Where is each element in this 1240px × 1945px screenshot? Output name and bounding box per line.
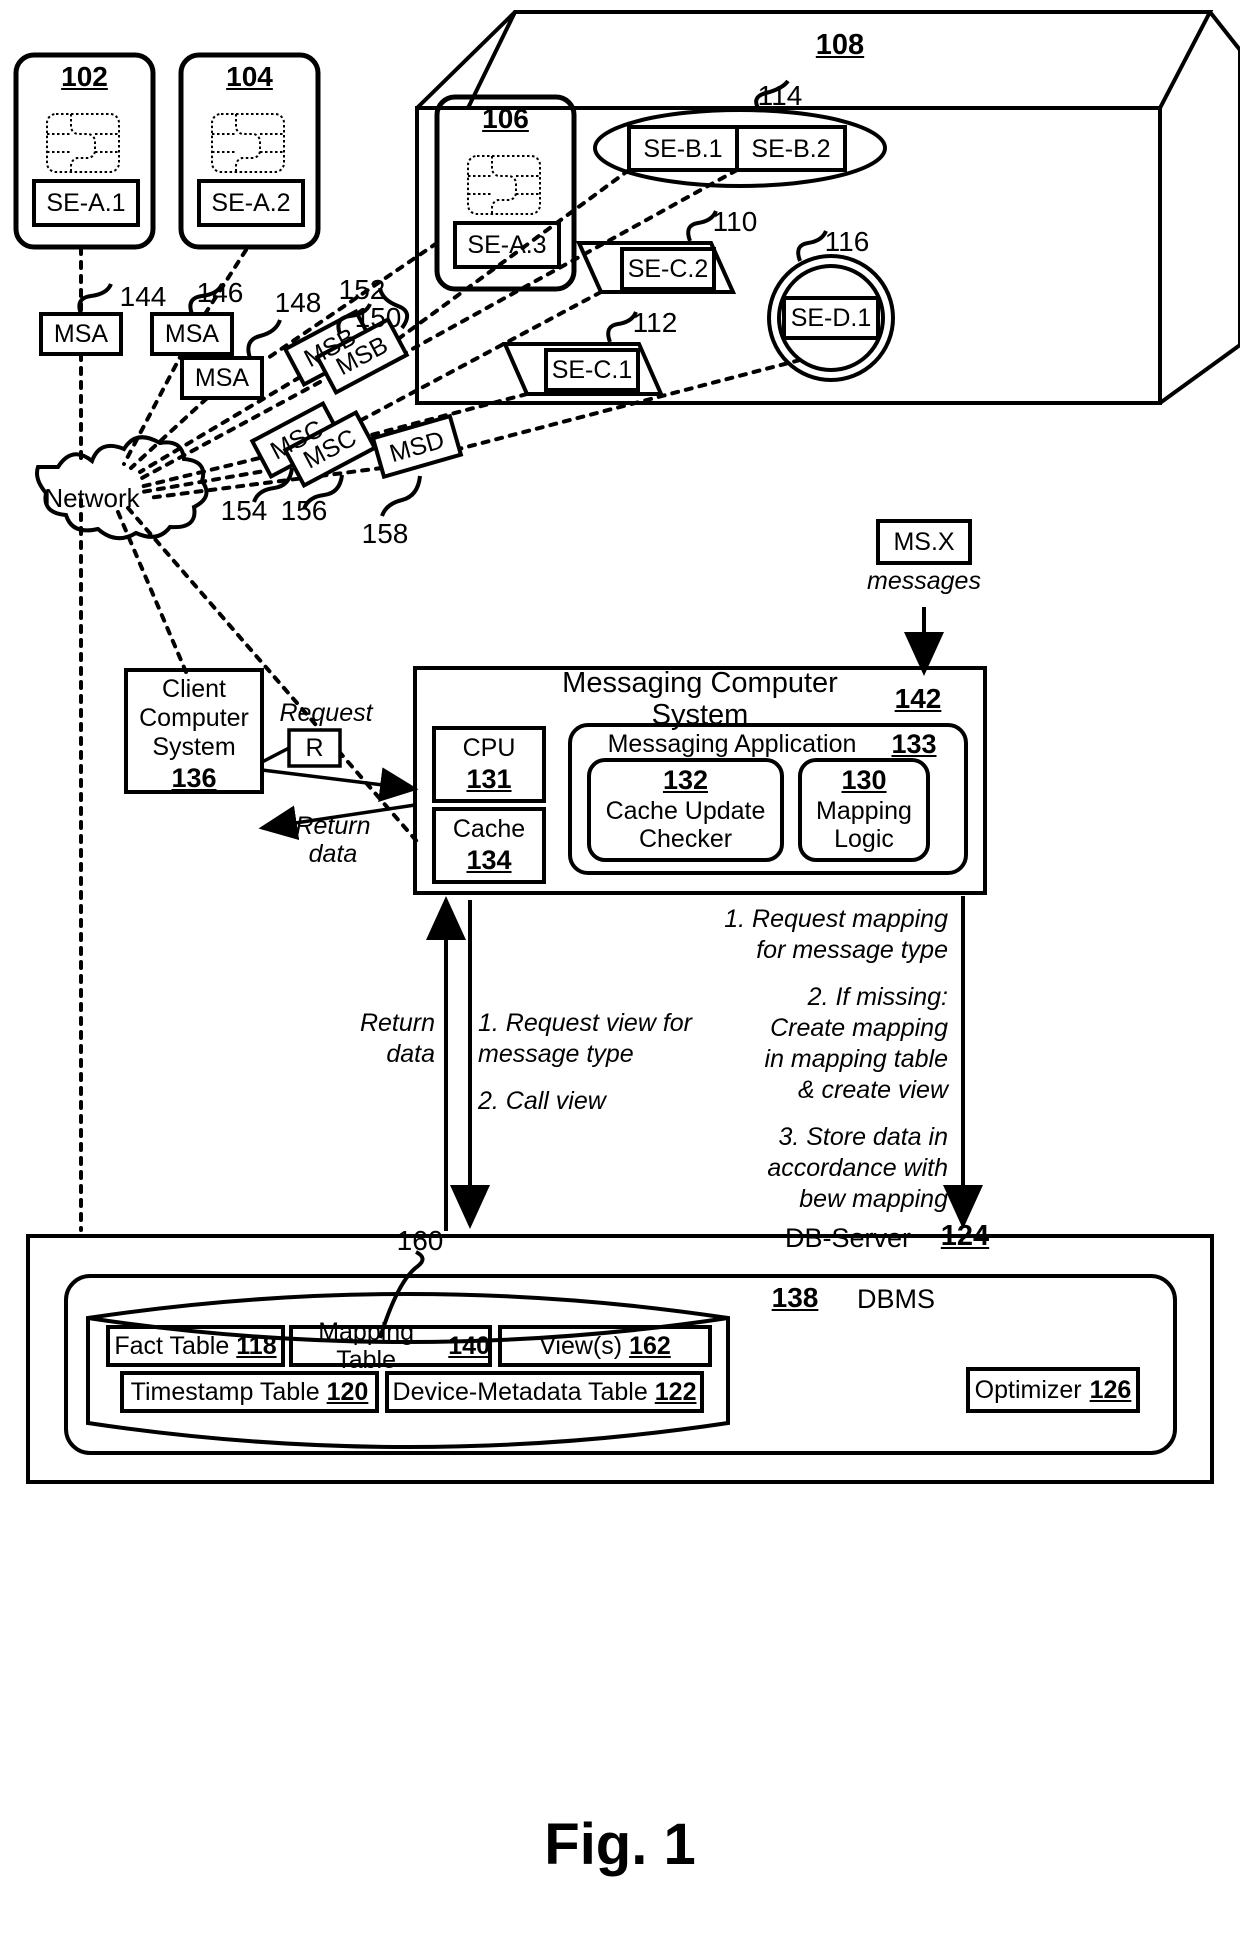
optimizer-ref: 126 [1089,1376,1132,1404]
table-mapping-label: Mapping Table [318,1318,415,1374]
device-card-102-se-label: SE-A.1 [46,189,126,217]
message-ref-144: 144 [119,281,167,313]
network-label: Network [44,483,140,514]
table-device-metadata-label: Device-Metadata Table [392,1378,648,1406]
client-line-2: Computer [139,704,249,732]
table-mapping: Mapping Table 140 [291,1318,490,1374]
cylinder-ref-160: 160 [396,1225,444,1257]
mapping-logic-ref: 130 [841,764,887,795]
table-fact-ref: 118 [236,1332,277,1360]
mcs-title: Messaging Computer System [562,666,838,731]
table-timestamp: Timestamp Table 120 [122,1373,377,1411]
table-fact: Fact Table 118 [108,1327,283,1365]
cache-ref: 134 [466,844,512,875]
element-114-cell-1: SE-B.1 [643,134,723,163]
table-views-ref: 162 [629,1332,671,1360]
flow-return-data-line-1: Return [359,1009,435,1037]
message-ref-150: 150 [354,302,402,334]
figure-caption: Fig. 1 [544,1811,696,1877]
element-112-label: SE-C.1 [551,356,633,384]
optimizer-label: Optimizer [974,1376,1082,1404]
msx-sub-label: messages [867,567,981,595]
device-card-104-ref: 104 [226,61,273,93]
message-ref-146: 146 [196,277,244,309]
message-ref-152: 152 [338,274,386,306]
cpu-ref: 131 [466,763,512,794]
optimizer: Optimizer 126 [968,1369,1138,1411]
db-step-right-2: for message type [756,936,948,964]
dbms-ref: 138 [771,1282,819,1314]
db-step-left-3: 2. Call view [478,1087,606,1115]
element-110-label: SE-C.2 [627,255,709,283]
db-step-right-9: bew mapping [799,1185,948,1213]
sim-chip-icon [46,113,120,174]
element-114-ref: 114 [757,80,803,112]
dbms-label: DBMS [856,1283,935,1314]
client-line-1: Client [162,675,226,703]
device-card-102-ref: 102 [61,61,108,93]
element-110-ref: 110 [712,206,758,238]
return-data-line-2: data [308,840,358,868]
element-114-cell-2: SE-B.2 [751,134,831,163]
message-ref-156: 156 [280,495,328,527]
element-112-ref: 112 [632,307,678,339]
flow-return-data-line-2: data [386,1040,435,1068]
messaging-application-title: Messaging Application [607,730,857,758]
messaging-application-ref: 133 [891,728,937,759]
db-step-right-7: 3. Store data in [778,1123,948,1151]
message-ref-148: 148 [274,287,322,319]
db-step-left-2: message type [478,1040,634,1068]
db-step-right-4: Create mapping [770,1014,948,1042]
db-step-right-6: & create view [797,1076,948,1104]
device-card-106-ref: 106 [482,103,529,135]
msx-label: MS.X [893,528,955,556]
table-mapping-ref: 140 [448,1332,490,1360]
cache-update-checker-line-2: Checker [638,825,733,853]
table-views: View(s) 162 [500,1327,710,1365]
device-card-104-se-label: SE-A.2 [211,189,291,217]
device-card-106-se-label: SE-A.3 [467,231,547,259]
db-step-right-8: accordance with [767,1154,948,1182]
client-line-3: System [152,733,236,761]
table-device-metadata: Device-Metadata Table 122 [387,1373,702,1411]
sim-chip-icon [467,155,541,216]
table-fact-label: Fact Table [114,1332,230,1360]
sim-chip-icon [211,113,285,174]
table-timestamp-ref: 120 [326,1378,369,1406]
element-116-label: SE-D.1 [790,304,872,332]
table-views-label: View(s) [539,1332,623,1360]
cache-update-checker-ref: 132 [662,764,709,795]
message-box-146: MSA [164,320,220,348]
cpu-label: CPU [462,734,516,762]
enclosure-108-ref: 108 [815,28,865,61]
table-device-metadata-ref: 122 [654,1378,697,1406]
table-timestamp-label: Timestamp Table [130,1378,320,1406]
cache-label: Cache [452,815,526,843]
return-data-line-1: Return [295,812,371,840]
figure-canvas: 102 SE-A.1 104 SE-A.2 106 SE-A.3 108 114… [0,0,1240,1945]
db-step-right-1: 1. Request mapping [724,905,948,933]
dbserver-ref: 124 [940,1219,990,1252]
cache-update-checker-line-1: Cache Update [605,797,766,825]
request-caption: Request [279,699,373,727]
db-step-left-1: 1. Request view for [478,1009,692,1037]
mapping-logic-line-2: Logic [834,825,894,853]
message-box-148: MSA [194,364,250,392]
client-ref: 136 [171,762,217,793]
request-box-label: R [305,734,324,762]
message-ref-158: 158 [361,518,409,550]
mapping-logic-line-1: Mapping [816,797,912,825]
element-116-ref: 116 [824,226,870,258]
db-step-right-5: in mapping table [764,1045,948,1073]
dbserver-title: DB-Server [784,1222,912,1253]
mcs-ref: 142 [894,683,942,715]
db-step-right-3: 2. If missing: [807,983,948,1011]
message-box-144: MSA [53,320,109,348]
